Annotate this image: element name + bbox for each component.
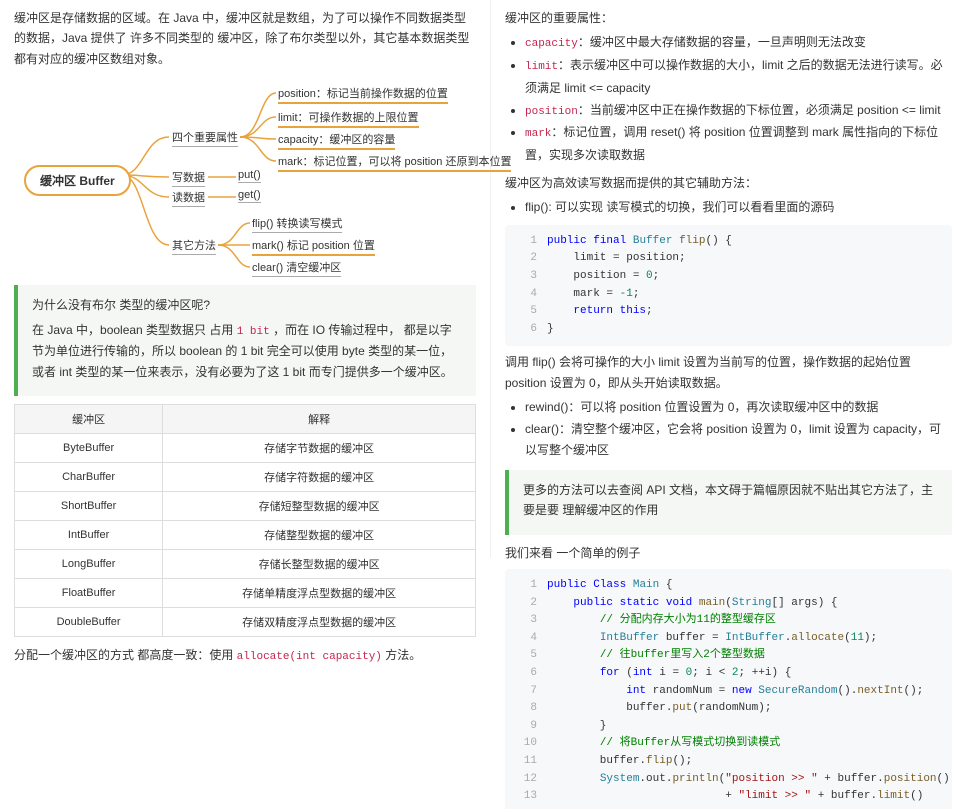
leaf-clear: clear() 清空缓冲区 (252, 259, 341, 277)
branch-read: 读数据 (172, 189, 205, 207)
th-desc: 解释 (163, 405, 476, 434)
mindmap-root: 缓冲区 Buffer (24, 165, 131, 196)
helpers-list-2: rewind()：可以将 position 位置设置为 0，再次读取缓冲区中的数… (525, 397, 952, 462)
table-row: ShortBuffer存储短整型数据的缓冲区 (15, 492, 476, 521)
leaf-limit: limit：可操作数据的上限位置 (278, 109, 419, 128)
code-main: 1public Class Main { 2 public static voi… (505, 569, 952, 809)
leaf-get: get() (238, 189, 261, 203)
helpers-heading: 缓冲区为高效读写数据而提供的其它辅助方法： (505, 173, 952, 193)
callout-q: 为什么没有布尔 类型的缓冲区呢? (32, 295, 462, 315)
mindmap: 缓冲区 Buffer 四个重要属性 position：标记当前操作数据的位置 l… (14, 77, 476, 277)
leaf-markfn: mark() 标记 position 位置 (252, 237, 375, 256)
callout-a: 在 Java 中，boolean 类型数据只 占用 1 bit ，而在 IO 传… (32, 320, 462, 382)
branch-write: 写数据 (172, 169, 205, 187)
leaf-capacity: capacity：缓冲区的容量 (278, 131, 395, 150)
code-flip: 1public final Buffer flip() { 2 limit = … (505, 225, 952, 347)
table-row: FloatBuffer存储单精度浮点型数据的缓冲区 (15, 579, 476, 608)
table-row: DoubleBuffer存储双精度浮点型数据的缓冲区 (15, 608, 476, 637)
table-row: LongBuffer存储长整型数据的缓冲区 (15, 550, 476, 579)
helper-rewind: rewind()：可以将 position 位置设置为 0，再次读取缓冲区中的数… (525, 397, 952, 419)
leaf-flip: flip() 转换读写模式 (252, 215, 342, 233)
table-row: CharBuffer存储字符数据的缓冲区 (15, 463, 476, 492)
attrs-heading: 缓冲区的重要属性： (505, 8, 952, 28)
callout-boolean: 为什么没有布尔 类型的缓冲区呢? 在 Java 中，boolean 类型数据只 … (14, 285, 476, 396)
buffer-table: 缓冲区 解释 ByteBuffer存储字节数据的缓冲区 CharBuffer存储… (14, 404, 476, 637)
branch-other: 其它方法 (172, 237, 216, 255)
th-buffer: 缓冲区 (15, 405, 163, 434)
attr-capacity: capacity：缓冲区中最大存储数据的容量，一旦声明则无法改变 (525, 32, 952, 55)
helpers-list: flip(): 可以实现 读写模式的切换，我们可以看看里面的源码 (525, 197, 952, 219)
attrs-list: capacity：缓冲区中最大存储数据的容量，一旦声明则无法改变 limit：表… (525, 32, 952, 166)
attr-position: position：当前缓冲区中正在操作数据的下标位置，必须满足 position… (525, 100, 952, 123)
callout-more: 更多的方法可以去查阅 API 文档，本文碍于篇幅原因就不贴出其它方法了，主要是要… (505, 470, 952, 535)
attr-limit: limit：表示缓冲区中可以操作数据的大小，limit 之后的数据无法进行读写。… (525, 55, 952, 99)
table-row: IntBuffer存储整型数据的缓冲区 (15, 521, 476, 550)
leaf-put: put() (238, 169, 261, 183)
leaf-position: position：标记当前操作数据的位置 (278, 85, 448, 104)
example-heading: 我们来看 一个简单的例子 (505, 543, 952, 563)
leaf-mark: mark：标记位置，可以将 position 还原到本位置 (278, 153, 511, 172)
flip-desc: 调用 flip() 会将可操作的大小 limit 设置为当前写的位置，操作数据的… (505, 352, 952, 393)
branch-attrs: 四个重要属性 (172, 129, 238, 147)
helper-clear: clear()：清空整个缓冲区，它会将 position 设置为 0，limit… (525, 419, 952, 462)
helper-flip: flip(): 可以实现 读写模式的切换，我们可以看看里面的源码 (525, 197, 952, 219)
allocate-text: 分配一个缓冲区的方式 都高度一致：使用 allocate(int capacit… (14, 645, 476, 667)
table-row: ByteBuffer存储字节数据的缓冲区 (15, 434, 476, 463)
attr-mark: mark：标记位置，调用 reset() 将 position 位置调整到 ma… (525, 122, 952, 166)
intro-text: 缓冲区是存储数据的区域。在 Java 中，缓冲区就是数组，为了可以操作不同数据类… (14, 8, 476, 69)
